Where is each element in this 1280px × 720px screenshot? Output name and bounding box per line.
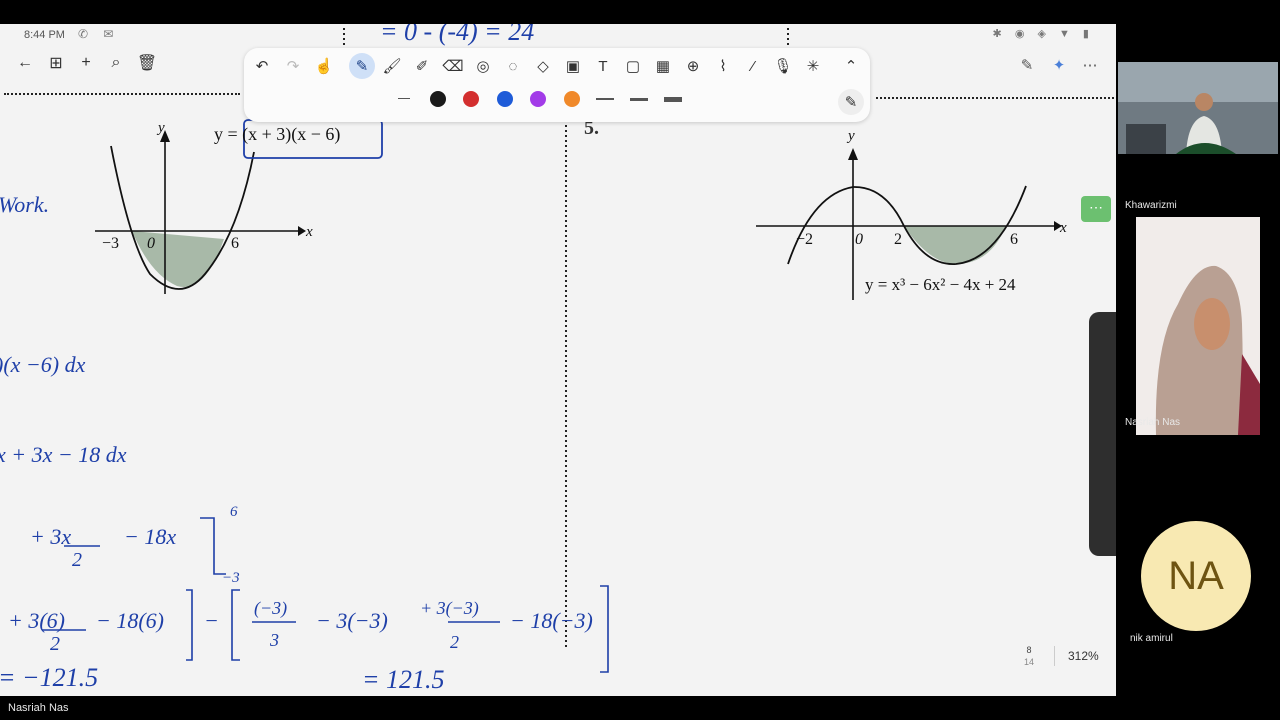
- right-x-label: x: [1059, 220, 1067, 236]
- hw-line-4h: 2: [450, 632, 459, 652]
- hw-line-4f: − 3(−3): [316, 608, 388, 633]
- stroke-thick[interactable]: [630, 98, 648, 101]
- hw-limit-lower: −3: [222, 570, 240, 586]
- brush-icon[interactable]: 🖌: [379, 53, 405, 79]
- text-icon[interactable]: T: [590, 53, 616, 79]
- right-tick-2: 2: [894, 231, 902, 248]
- sticker-icon[interactable]: ◇: [530, 53, 556, 79]
- left-note-text: Work.: [0, 192, 49, 217]
- more-button[interactable]: ⋯: [1081, 196, 1111, 222]
- page-number: 8 14: [1023, 645, 1034, 667]
- notes-app: 8:44 PM ✆ ✉ ✱ ◉ ◈ ▼ ▮ ← ⊞ + ⌕ 🗑 = 0 - (-…: [0, 24, 1116, 696]
- page-indicator[interactable]: 8 14 312%: [1000, 638, 1104, 678]
- highlighter-icon[interactable]: ✐: [409, 53, 435, 79]
- right-shaded-area: [904, 226, 1006, 264]
- svg-text:−: −: [204, 608, 219, 633]
- touch-draw-icon[interactable]: ☝: [311, 53, 337, 79]
- more-options-icon[interactable]: ⋯: [1077, 52, 1103, 78]
- hw-line-4g: + 3(−3): [420, 598, 479, 619]
- avatar[interactable]: NA: [1141, 521, 1251, 631]
- ruler-icon[interactable]: ⁄: [740, 53, 766, 79]
- side-panel-handle[interactable]: [1089, 312, 1116, 556]
- left-tick-neg3: −3: [102, 235, 119, 252]
- hw-limit-upper: 6: [230, 504, 238, 520]
- color-purple[interactable]: [530, 91, 546, 107]
- writing-assist-icon[interactable]: ✎: [1014, 52, 1040, 78]
- left-curve-label: y = (x + 3)(x − 6): [214, 124, 340, 145]
- stroke-thin[interactable]: [398, 98, 410, 99]
- shape-icon[interactable]: ◎: [470, 53, 496, 79]
- right-curve-label: y = x³ − 6x² − 4x + 24: [865, 275, 1016, 294]
- pen-icon[interactable]: ✎: [349, 53, 375, 79]
- left-x-arrow: [298, 226, 306, 236]
- left-x-label: x: [305, 224, 313, 240]
- lasso-icon[interactable]: ◌: [500, 53, 526, 79]
- hw-line-1: )(x −6) dx: [0, 352, 86, 377]
- color-black[interactable]: [430, 91, 446, 107]
- hw-line-4e: 3: [269, 630, 279, 650]
- top-ink-text: = 0 - (-4) = 24: [380, 24, 534, 46]
- drawing-toolbar: ↶ ↷ ☝ ✎ 🖌 ✐ ⌫ ◎ ◌ ◇ ▣ T ▢ ▦ ⊕ ⌇ ⁄ 🎙 ✳ ⌃ …: [244, 48, 870, 122]
- right-y-label: y: [846, 128, 855, 144]
- chart-icon[interactable]: ⌇: [710, 53, 736, 79]
- right-tick-0: 0: [855, 231, 863, 248]
- participant-name-2: Nasriah Nas: [1125, 417, 1181, 428]
- hw-line-4c: − 18(6): [96, 608, 164, 633]
- left-tick-6: 6: [231, 235, 239, 252]
- left-graph: x y −3 0 6 y = (x + 3)(x − 6) Work.: [0, 119, 383, 294]
- hw-line-2: x + 3x − 18 dx: [0, 442, 127, 467]
- video-tile-khawarizmi[interactable]: [1118, 62, 1278, 154]
- table-icon[interactable]: ▦: [650, 53, 676, 79]
- video-tile-nasriah[interactable]: [1136, 217, 1260, 435]
- laser-pointer-icon[interactable]: ✳: [800, 53, 826, 79]
- active-speaker-bar: Nasriah Nas: [0, 696, 1280, 720]
- hw-line-3b: 2: [72, 549, 82, 571]
- ai-sparkle-icon[interactable]: ✦: [1046, 52, 1072, 78]
- right-tick-6: 6: [1010, 231, 1018, 248]
- eraser-icon[interactable]: ⌫: [440, 53, 466, 79]
- microphone-icon[interactable]: 🎙: [770, 53, 796, 79]
- hw-line-4d: (−3): [254, 598, 287, 619]
- right-graph: 5. x y −2 0 2 6 y = x³ − 6x² − 4x + 24: [584, 117, 1067, 300]
- redo-icon[interactable]: ↷: [280, 53, 306, 79]
- stroke-heavy[interactable]: [664, 97, 682, 102]
- page-indicator-divider: [1054, 646, 1055, 666]
- participant-name-1: Khawarizmi: [1125, 200, 1177, 211]
- undo-icon[interactable]: ↶: [249, 53, 275, 79]
- image-icon[interactable]: ▣: [560, 53, 586, 79]
- left-y-label: y: [156, 120, 165, 136]
- collapse-toolbar-icon[interactable]: ⌃: [838, 53, 864, 79]
- active-speaker-name: Nasriah Nas: [8, 702, 69, 714]
- left-shaded-area: [132, 231, 224, 288]
- left-tick-0: 0: [147, 235, 155, 252]
- hw-line-3c: − 18x: [124, 524, 176, 549]
- stroke-medium[interactable]: [596, 98, 614, 100]
- right-y-arrow: [848, 148, 858, 160]
- color-blue[interactable]: [497, 91, 513, 107]
- participant-name-3: nik amirul: [1130, 633, 1173, 644]
- hw-line-4i: − 18(−3): [510, 608, 593, 633]
- zoom-level: 312%: [1068, 649, 1099, 663]
- hw-result-left: = −121.5: [0, 663, 98, 692]
- hw-result-right: = 121.5: [362, 665, 445, 694]
- handwritten-working: )(x −6) dx x + 3x − 18 dx + 3x 2 − 18x 6…: [0, 352, 609, 694]
- right-tick-neg2: −2: [796, 231, 813, 248]
- right-cubic-curve: [787, 185, 1027, 265]
- hw-line-4b: 2: [50, 633, 60, 655]
- zoom-icon[interactable]: ⊕: [680, 53, 706, 79]
- color-orange[interactable]: [564, 91, 580, 107]
- note-icon[interactable]: ▢: [620, 53, 646, 79]
- color-red[interactable]: [463, 91, 479, 107]
- note-canvas[interactable]: = 0 - (-4) = 24 x y −3 0 6 y = (x + 3)(x…: [0, 24, 1116, 696]
- pen-settings-icon[interactable]: ✎: [838, 89, 864, 115]
